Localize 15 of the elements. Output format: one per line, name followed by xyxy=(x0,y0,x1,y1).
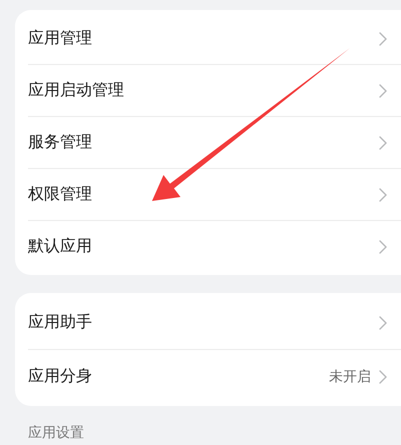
chevron-right-icon xyxy=(379,370,387,384)
chevron-right-icon xyxy=(379,136,387,150)
settings-item[interactable]: 权限管理 xyxy=(15,169,401,220)
chevron-right-icon xyxy=(379,316,387,330)
section-header: 应用设置 xyxy=(28,424,85,442)
settings-item[interactable]: 服务管理 xyxy=(15,117,401,168)
settings-item[interactable]: 应用管理 xyxy=(15,13,401,64)
settings-item[interactable]: 默认应用 xyxy=(15,221,401,272)
chevron-right-icon xyxy=(379,84,387,98)
settings-item[interactable]: 应用助手 xyxy=(15,296,401,349)
settings-item[interactable]: 应用分身 未开启 xyxy=(15,350,401,403)
settings-item[interactable]: 应用启动管理 xyxy=(15,65,401,116)
chevron-right-icon xyxy=(379,188,387,202)
chevron-right-icon xyxy=(379,240,387,254)
chevron-right-icon xyxy=(379,32,387,46)
